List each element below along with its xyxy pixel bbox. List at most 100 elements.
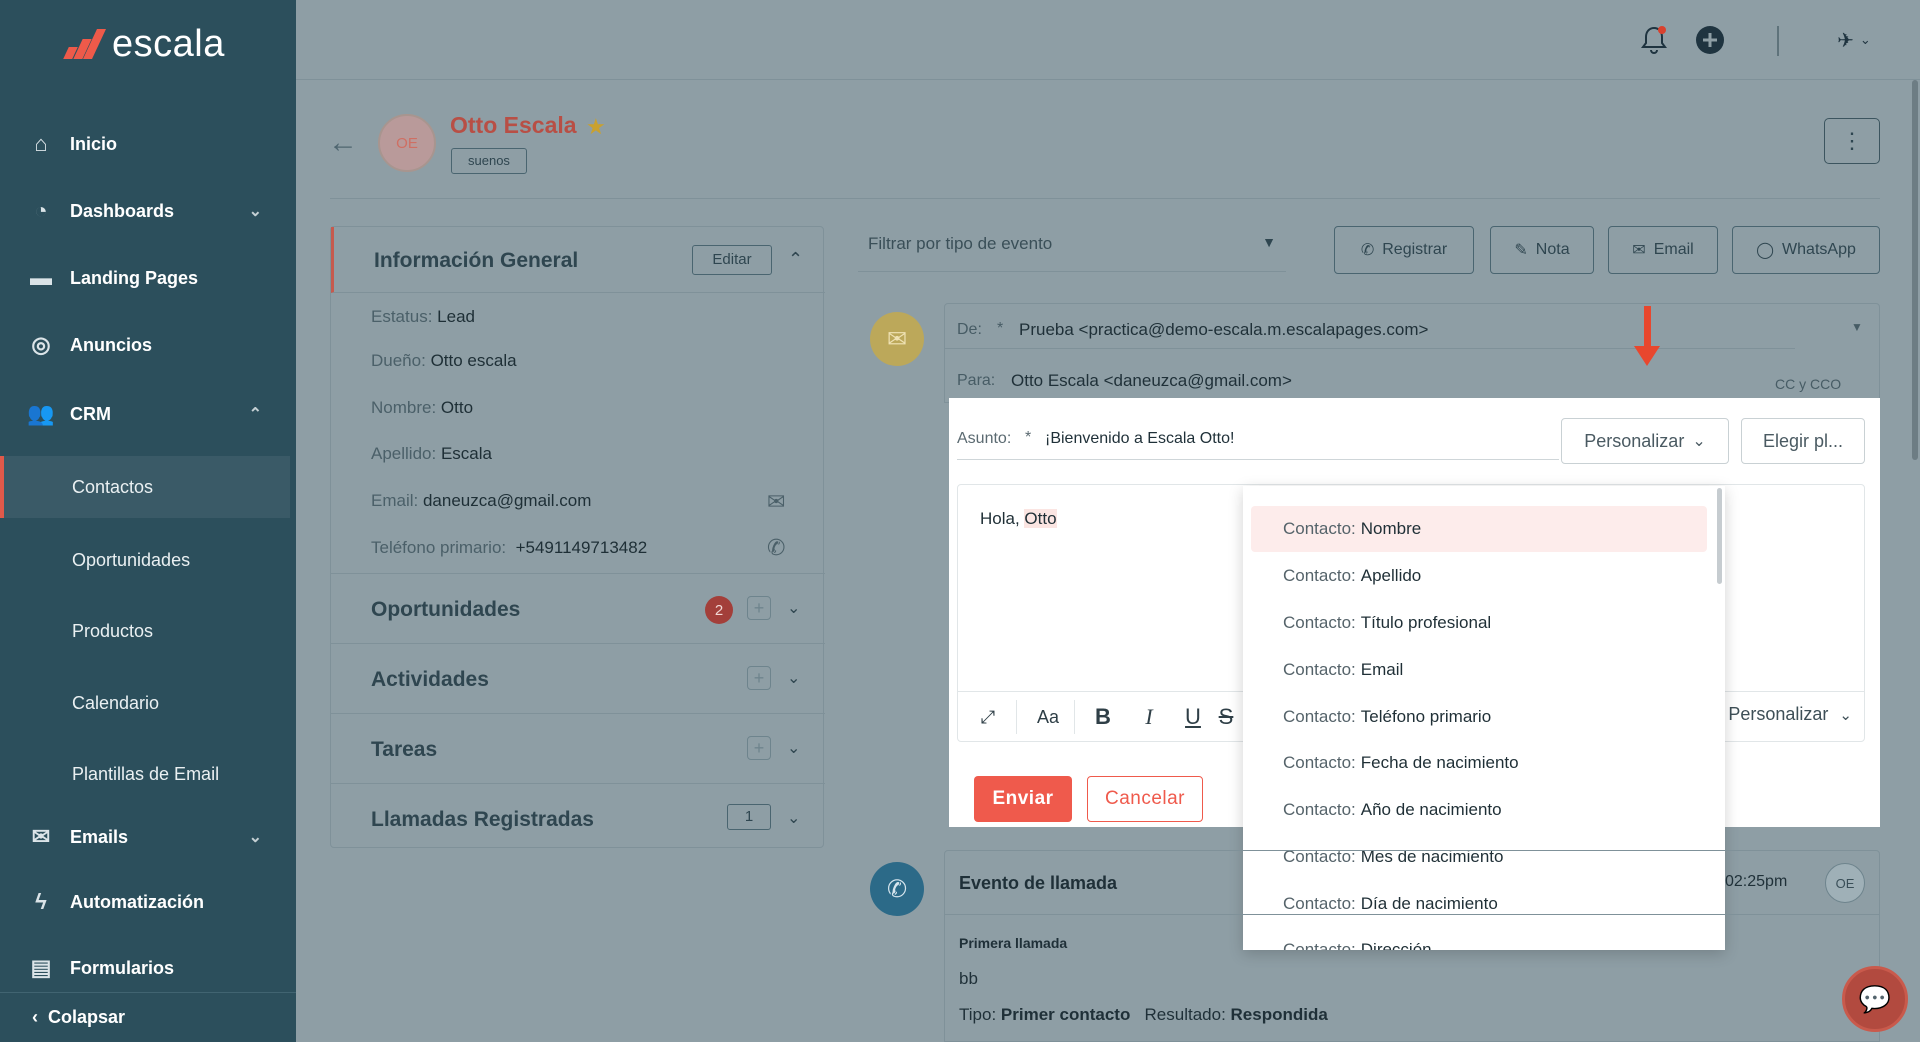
email-body-text[interactable]: Hola, Otto [980,509,1057,529]
add-icon[interactable]: + [747,736,771,760]
subject-input[interactable]: ¡Bienvenido a Escala Otto! [1045,430,1234,448]
sidebar-item-crm[interactable]: 👥 CRM ⌃ [0,386,296,442]
count-box: 1 [727,804,771,830]
sidebar-item-inicio[interactable]: ⌂ Inicio [0,116,296,172]
sidebar-subitem-contactos[interactable]: Contactos [0,456,290,518]
underline-icon[interactable]: U [1178,702,1208,732]
dropdown-option[interactable]: Contacto: Año de nacimiento [1251,787,1707,833]
dropdown-option[interactable]: Contacto: Teléfono primario [1251,694,1707,740]
register-label: Registrar [1382,241,1448,258]
user-menu[interactable]: ✈ ⌄ [1824,22,1884,58]
section-tareas[interactable]: Tareas + ⌄ [331,713,825,783]
info-general-header[interactable]: Información General Editar ⌃ [331,227,825,293]
add-icon[interactable]: + [747,666,771,690]
sidebar-item-automatizacion[interactable]: ϟ Automatización [0,874,296,930]
chat-support-icon[interactable]: 💬 [1842,966,1908,1032]
caret-down-icon[interactable]: ▼ [1851,320,1863,334]
personalize-button[interactable]: Personalizar ⌄ [1561,418,1729,464]
register-button[interactable]: ✆ Registrar [1334,226,1474,274]
more-options-button[interactable]: ⋮ [1824,118,1880,164]
choose-template-button[interactable]: Elegir pl... [1741,418,1865,464]
personalize-label: Personalizar [1584,430,1685,451]
font-size-icon[interactable]: Aa [1028,702,1068,732]
chevron-up-icon[interactable]: ⌃ [788,249,803,270]
sidebar-item-dashboards[interactable]: ◔ Dashboards ⌄ [0,183,296,239]
caret-down-icon: ▼ [1262,234,1276,250]
edit-button[interactable]: Editar [692,245,772,275]
sidebar-subitem-oportunidades[interactable]: Oportunidades [0,529,290,591]
collapse-sidebar-button[interactable]: ‹ Colapsar [0,992,296,1042]
notification-bell-icon[interactable] [1636,22,1672,58]
chevron-down-icon: ⌄ [1839,707,1852,724]
section-llamadas[interactable]: Llamadas Registradas 1 ⌄ [331,783,825,853]
section-oportunidades[interactable]: Oportunidades 2 + ⌄ [331,573,825,643]
result-label: Resultado: [1144,1005,1226,1024]
email-compose-card: De: * Prueba <practica@demo-escala.m.esc… [944,303,1880,403]
event-type-filter[interactable]: Filtrar por tipo de evento ▼ [858,226,1286,272]
cancel-button[interactable]: Cancelar [1087,776,1203,822]
add-circle-icon[interactable] [1692,22,1728,58]
option-label: Nombre [1360,519,1422,538]
escala-logo[interactable]: escala [60,22,225,66]
info-phone: Teléfono primario: +5491149713482 [371,538,647,558]
option-prefix: Contacto: [1283,519,1356,538]
chevron-down-icon[interactable]: ⌄ [787,668,800,688]
page-scrollbar[interactable] [1912,80,1918,460]
dropdown-option[interactable]: Contacto: Email [1251,647,1707,693]
subject-label: Asunto: [957,430,1012,447]
to-label: Para: [957,372,996,389]
note-button[interactable]: ✎ Nota [1490,226,1594,274]
toolbar-separator [1074,700,1075,734]
chevron-down-icon: ⌄ [1692,433,1706,450]
star-icon[interactable]: ★ [586,114,606,140]
section-title: Tareas [371,738,438,761]
contact-tag[interactable]: suenos [451,148,527,174]
dropdown-option[interactable]: Contacto: Fecha de nacimiento [1251,740,1707,786]
dropdown-option[interactable]: Contacto: Nombre [1251,506,1707,552]
sidebar-subitem-calendario[interactable]: Calendario [0,672,290,734]
send-button[interactable]: Enviar [974,776,1072,822]
chevron-down-icon: ⌄ [248,829,262,846]
from-select[interactable]: Prueba <practica@demo-escala.m.escalapag… [1019,320,1428,340]
subject-field[interactable]: Asunto: * ¡Bienvenido a Escala Otto! [957,416,1559,460]
sidebar-item-landing-pages[interactable]: ▬ Landing Pages [0,250,296,306]
option-label: Teléfono primario [1360,707,1492,726]
section-actividades[interactable]: Actividades + ⌄ [331,643,825,713]
whatsapp-label: WhatsApp [1782,241,1856,258]
phone-icon[interactable]: ✆ [767,535,785,561]
toolbar-personalize-button[interactable]: Personalizar ⌄ [1728,704,1852,725]
note-label: Nota [1535,241,1570,258]
bold-icon[interactable]: B [1088,702,1118,732]
required-asterisk: * [997,320,1004,337]
sidebar-subitem-productos[interactable]: Productos [0,600,290,662]
dropdown-option[interactable]: Contacto: Apellido [1251,553,1707,599]
sidebar-item-formularios[interactable]: ▤ Formularios [0,940,296,996]
toolbar-separator [1016,700,1017,734]
info-value: Otto escala [430,351,517,370]
cc-bcc-link[interactable]: CC y CCO [1775,376,1841,392]
option-prefix: Contacto: [1283,660,1356,679]
italic-icon[interactable]: I [1134,702,1164,732]
sidebar-subitem-plantillas[interactable]: Plantillas de Email [0,743,290,805]
add-icon[interactable]: + [747,596,771,620]
chevron-down-icon: ⌄ [248,203,262,220]
option-label: Fecha de nacimiento [1360,753,1519,772]
envelope-icon[interactable]: ✉ [767,489,785,515]
option-prefix: Contacto: [1283,707,1356,726]
info-value: Lead [437,307,475,326]
chevron-down-icon[interactable]: ⌄ [787,808,800,828]
chevron-down-icon[interactable]: ⌄ [787,598,800,618]
strikethrough-icon[interactable]: S [1216,702,1236,732]
avatar: OE [1825,863,1865,903]
back-arrow-icon[interactable]: ← [328,126,358,160]
to-field[interactable]: Otto Escala <daneuzca@gmail.com> [1011,371,1292,391]
fullscreen-icon[interactable]: ⤢ [972,702,1004,732]
email-button[interactable]: ✉ Email [1608,226,1718,274]
sidebar-item-anuncios[interactable]: ◎ Anuncios [0,317,296,373]
option-label: Título profesional [1360,613,1492,632]
chevron-down-icon[interactable]: ⌄ [787,738,800,758]
sidebar-item-emails[interactable]: ✉ Emails ⌄ [0,809,296,865]
dropdown-scrollbar[interactable] [1717,488,1722,584]
dropdown-option[interactable]: Contacto: Título profesional [1251,600,1707,646]
whatsapp-button[interactable]: ◯ WhatsApp [1732,226,1880,274]
